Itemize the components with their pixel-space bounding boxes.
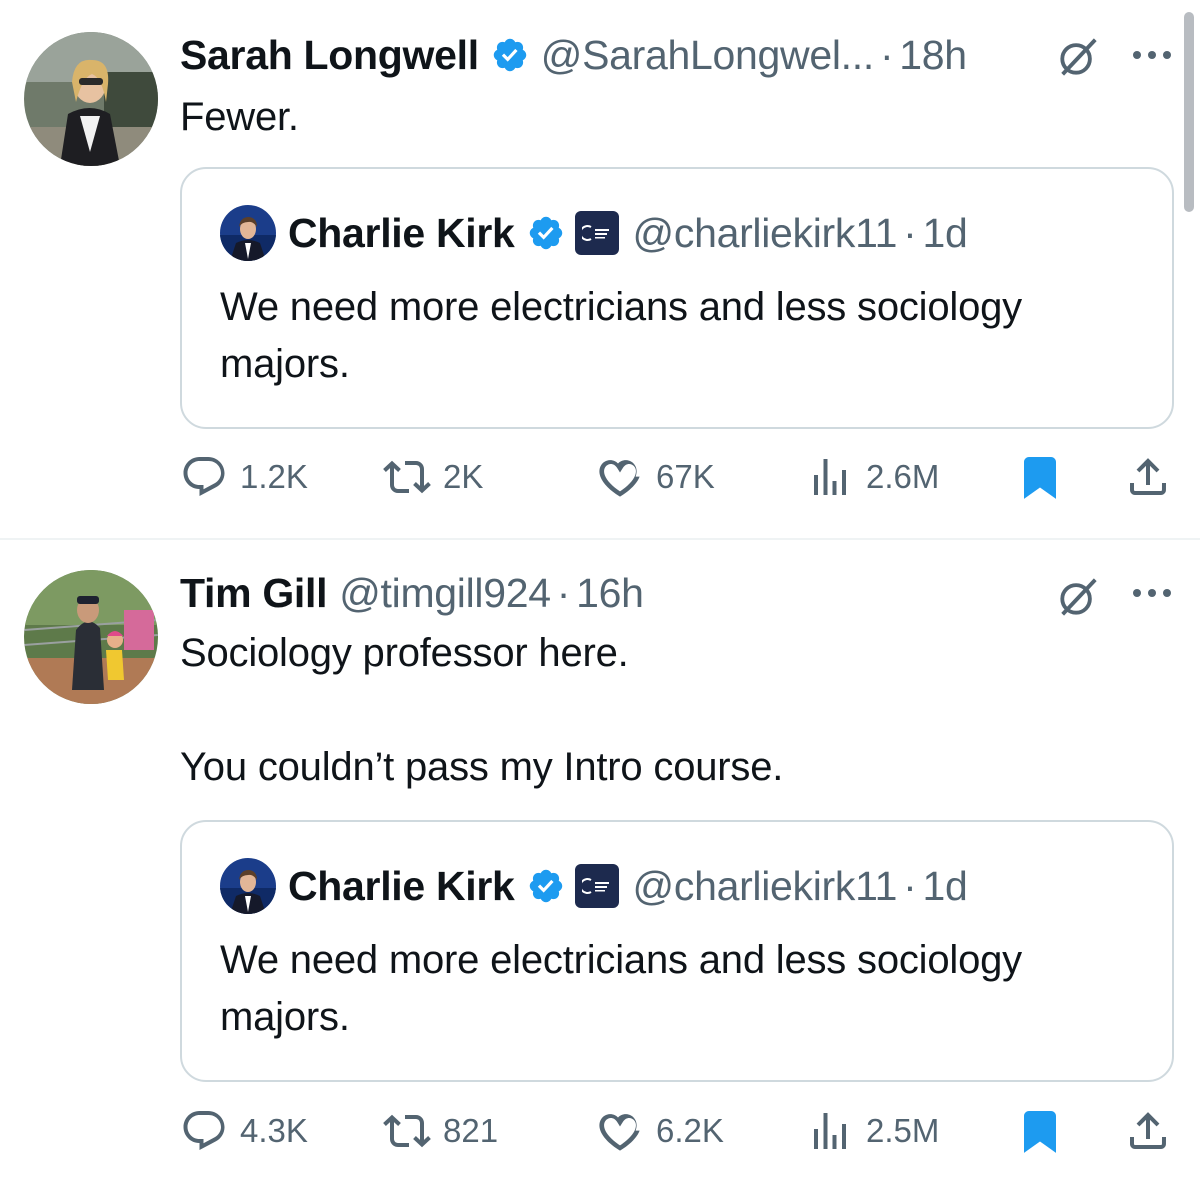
reply-count: 1.2K	[240, 458, 308, 495]
quoted-text: We need more electricians and less socio…	[220, 938, 1022, 1039]
author-handle[interactable]: @SarahLongwel...	[541, 32, 874, 79]
tweet-text: Fewer.	[180, 95, 299, 139]
share-button[interactable]	[1124, 1106, 1172, 1156]
views-chart-icon	[806, 1107, 854, 1155]
retweet-count: 2K	[443, 458, 484, 495]
views-button[interactable]: 2.6M	[806, 452, 939, 502]
retweet-icon	[383, 1107, 431, 1155]
tweet-text: Sociology professor here. You couldn’t p…	[180, 631, 784, 789]
view-count: 2.5M	[866, 1112, 940, 1149]
quoted-avatar	[220, 205, 276, 261]
quoted-tweet[interactable]: Charlie Kirk @charliekirk11 · 1d We need…	[180, 167, 1174, 429]
share-icon	[1124, 1107, 1172, 1155]
share-icon	[1124, 453, 1172, 501]
author-name[interactable]: Tim Gill	[180, 570, 328, 617]
separator-dot: ·	[879, 31, 894, 78]
view-count: 2.6M	[866, 458, 940, 495]
heart-icon	[596, 453, 644, 501]
timestamp[interactable]: 16h	[576, 570, 644, 617]
more-options-icon[interactable]	[1130, 583, 1174, 603]
verified-badge-icon	[491, 36, 529, 74]
tweet-header: Tim Gill @timgill924 · 16h	[180, 568, 644, 618]
verified-badge-icon	[527, 867, 565, 905]
like-button[interactable]: 67K	[596, 452, 715, 502]
share-button[interactable]	[1124, 452, 1172, 502]
timestamp[interactable]: 18h	[899, 32, 967, 79]
more-options-icon[interactable]	[1130, 45, 1174, 65]
heart-icon	[596, 1107, 644, 1155]
tweet[interactable]: Sarah Longwell @SarahLongwel... · 18h Fe…	[0, 0, 1200, 538]
tweet-actions: 4.3K 821 6.2K 2.5M	[180, 1106, 1180, 1156]
quoted-timestamp: 1d	[922, 209, 968, 256]
quoted-text: We need more electricians and less socio…	[220, 285, 1022, 386]
bookmark-button[interactable]	[1016, 452, 1064, 502]
avatar[interactable]	[24, 32, 158, 166]
separator-dot: ·	[903, 209, 917, 256]
quoted-timestamp: 1d	[922, 862, 968, 909]
verified-badge-icon	[527, 214, 565, 252]
reply-icon	[180, 453, 228, 501]
grok-icon[interactable]	[1055, 34, 1101, 80]
author-name[interactable]: Sarah Longwell	[180, 32, 479, 79]
reply-button[interactable]: 4.3K	[180, 1106, 308, 1156]
author-handle[interactable]: @timgill924	[339, 570, 551, 617]
like-count: 6.2K	[656, 1112, 724, 1149]
retweet-button[interactable]: 821	[383, 1106, 498, 1156]
like-count: 67K	[656, 458, 715, 495]
quoted-header: Charlie Kirk @charliekirk11 · 1d	[288, 860, 968, 912]
reply-button[interactable]: 1.2K	[180, 452, 308, 502]
quoted-author-name: Charlie Kirk	[288, 209, 515, 256]
retweet-icon	[383, 453, 431, 501]
reply-count: 4.3K	[240, 1112, 308, 1149]
bookmark-icon	[1016, 1107, 1064, 1155]
tweet-actions: 1.2K 2K 67K 2.6M	[180, 452, 1180, 502]
views-chart-icon	[806, 453, 854, 501]
retweet-button[interactable]: 2K	[383, 452, 483, 502]
separator-dot: ·	[903, 862, 917, 909]
tweet-header: Sarah Longwell @SarahLongwel... · 18h	[180, 30, 967, 80]
separator-dot: ·	[556, 569, 571, 616]
quoted-author-handle: @charliekirk11	[632, 862, 898, 909]
avatar[interactable]	[24, 570, 158, 704]
quoted-tweet[interactable]: Charlie Kirk @charliekirk11 · 1d We need…	[180, 820, 1174, 1082]
quoted-author-name: Charlie Kirk	[288, 862, 515, 909]
quoted-author-handle: @charliekirk11	[632, 209, 898, 256]
grok-icon[interactable]	[1055, 574, 1101, 620]
reply-icon	[180, 1107, 228, 1155]
organization-badge-icon	[574, 211, 619, 255]
bookmark-icon	[1016, 453, 1064, 501]
views-button[interactable]: 2.5M	[806, 1106, 939, 1156]
like-button[interactable]: 6.2K	[596, 1106, 724, 1156]
quoted-header: Charlie Kirk @charliekirk11 · 1d	[288, 207, 968, 259]
bookmark-button[interactable]	[1016, 1106, 1064, 1156]
quoted-avatar	[220, 858, 276, 914]
organization-badge-icon	[574, 864, 619, 908]
tweet[interactable]: Tim Gill @timgill924 · 16h Sociology pro…	[0, 540, 1200, 1182]
retweet-count: 821	[443, 1112, 499, 1149]
